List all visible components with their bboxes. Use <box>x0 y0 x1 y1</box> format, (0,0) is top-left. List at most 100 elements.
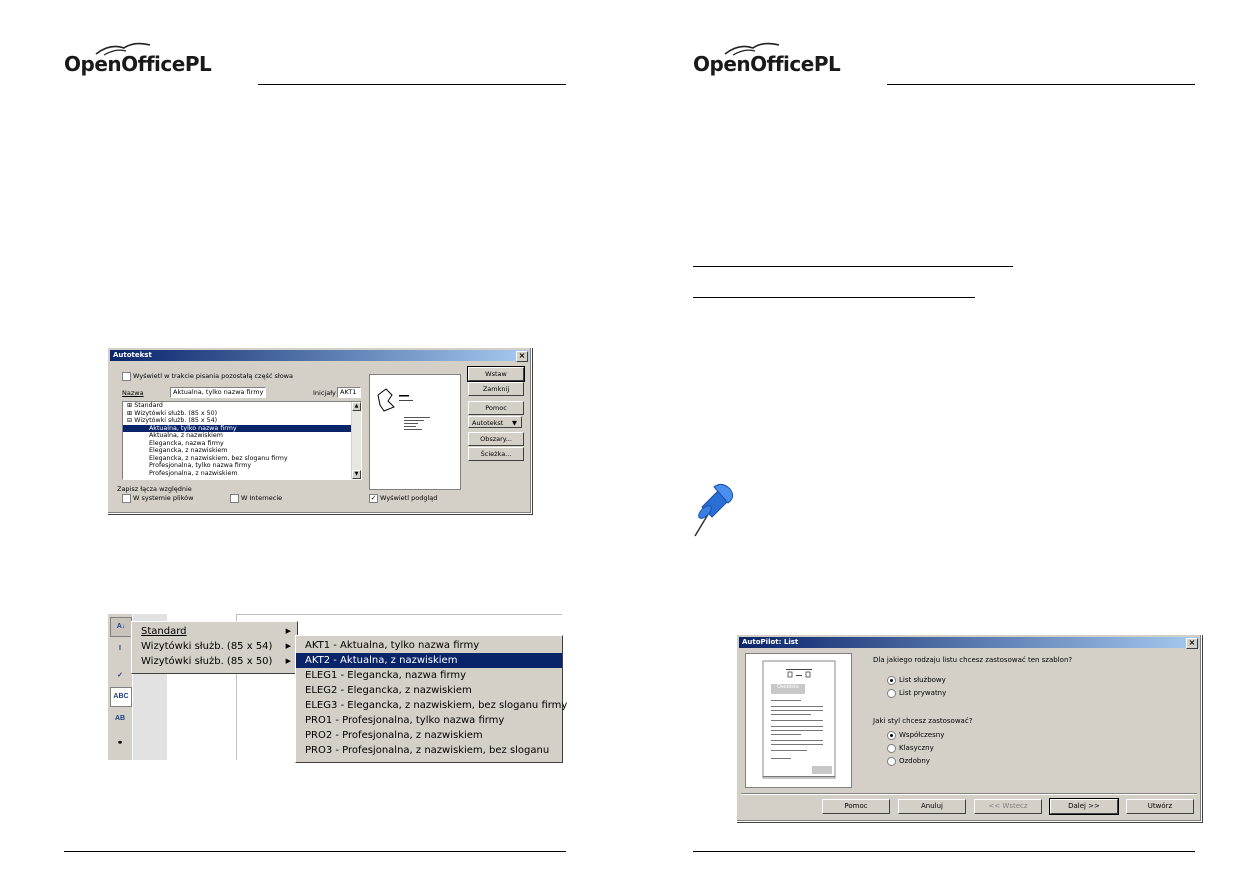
label-private-letter: List prywatny <box>899 689 947 697</box>
binoculars-icon[interactable]: ⚭ <box>110 735 130 753</box>
internet-checkbox[interactable] <box>230 494 239 503</box>
spellcheck-icon[interactable]: ✓ <box>110 667 130 685</box>
initials-field[interactable]: AKT1 <box>337 387 361 398</box>
label-decorative: Ozdobny <box>899 757 930 765</box>
cancel-button[interactable]: Anuluj <box>898 799 966 814</box>
submenu-arrow-icon: ▶ <box>285 642 291 650</box>
menu-item-cards-85x50[interactable]: Wizytówki służb. (85 x 50) ▶ <box>132 654 297 669</box>
label-modern: Współczesny <box>899 731 945 739</box>
submenu-item-pro1[interactable]: PRO1 - Profesjonalna, tylko nazwa firmy <box>296 713 562 728</box>
autotext-menu-label: Autotekst <box>472 419 504 427</box>
openoffice-pl-logo-right: OpenOfficePL <box>693 42 841 76</box>
underlined-link-line <box>693 297 975 298</box>
label-classic: Klasyczny <box>899 744 934 752</box>
submenu-arrow-icon: ▶ <box>285 627 291 635</box>
autotext-list[interactable]: ⊞ Standard ⊞ Wizytówki służb. (85 x 50) … <box>122 401 362 480</box>
seagull-icon <box>724 42 780 56</box>
abcd-icon[interactable]: AB <box>110 710 130 728</box>
show-preview-checkbox[interactable]: ✓ <box>369 494 378 503</box>
filesystem-checkbox[interactable] <box>122 494 131 503</box>
radio-classic[interactable] <box>887 744 896 753</box>
list-item[interactable]: Profesjonalna, tylko nazwa firmy <box>123 462 361 470</box>
list-item-selected[interactable]: Aktualna, tylko nazwa firmy <box>123 424 361 432</box>
close-button[interactable]: Zamknij <box>468 382 524 396</box>
question-letter-type: Dla jakiego rodzaju listu chcesz zastoso… <box>873 656 1073 664</box>
dropdown-arrow-icon: ▼ <box>512 419 517 427</box>
radio-decorative[interactable] <box>887 757 896 766</box>
next-button[interactable]: Dalej >> <box>1049 798 1119 815</box>
list-item[interactable]: Elegancka, z nazwiskiem <box>123 447 361 455</box>
radio-business-letter[interactable] <box>887 676 896 685</box>
submenu-item-akt1[interactable]: AKT1 - Aktualna, tylko nazwa firmy <box>296 638 562 653</box>
list-item[interactable]: ⊞ Wizytówki służb. (85 x 50) <box>123 410 361 418</box>
header-rule-right <box>887 84 1195 85</box>
header-rule <box>258 84 566 85</box>
dialog-titlebar: AutoPilot: List × <box>739 637 1199 649</box>
name-label: Nazwa <box>122 389 144 397</box>
letter-preview-frame: Osobista <box>745 653 852 788</box>
button-separator <box>741 793 1197 795</box>
underlined-link-line <box>693 266 1013 267</box>
autotext-preview <box>369 374 461 490</box>
label-business-letter: List służbowy <box>899 676 946 684</box>
internet-label: W Internecie <box>241 494 283 502</box>
autospell-icon[interactable]: ABC <box>110 687 132 707</box>
autotext-menu-button[interactable]: Autotekst ▼ <box>468 416 522 428</box>
autotext-submenu: AKT1 - Aktualna, tylko nazwa firmy AKT2 … <box>295 635 567 763</box>
create-button[interactable]: Utwórz <box>1126 799 1194 814</box>
show-remainder-label: Wyświetl w trakcie pisania pozostałą czę… <box>133 372 293 380</box>
list-scrollbar[interactable]: ▲ ▼ <box>351 402 361 479</box>
dialog-titlebar: Autotekst × <box>110 350 529 362</box>
submenu-item-pro2[interactable]: PRO2 - Profesjonalna, z nazwiskiem <box>296 728 562 743</box>
submenu-item-akt2[interactable]: AKT2 - Aktualna, z nazwiskiem <box>296 653 562 668</box>
show-remainder-checkbox[interactable] <box>122 372 131 381</box>
pushpin-icon <box>694 483 734 537</box>
insert-button[interactable]: Wstaw <box>467 366 525 382</box>
list-item[interactable]: Elegancka, nazwa firmy <box>123 440 361 448</box>
help-button[interactable]: Pomoc <box>468 401 524 415</box>
close-icon[interactable]: × <box>1186 638 1198 649</box>
list-item[interactable]: ⊟ Wizytówki służb. (85 x 54) <box>123 417 361 425</box>
seagull-icon <box>95 42 151 56</box>
footer-rule <box>64 851 566 852</box>
menu-item-standard[interactable]: Standard ▶ <box>132 624 297 639</box>
text-cursor-icon[interactable]: I <box>110 640 130 658</box>
list-item[interactable]: Profesjonalna, z nazwiskiem <box>123 470 361 478</box>
list-item[interactable]: ⊞ Standard <box>123 402 361 410</box>
back-button[interactable]: << Wstecz <box>974 799 1042 814</box>
scroll-up-icon[interactable]: ▲ <box>352 402 361 411</box>
autotext-context-menu: Standard ▶ Wizytówki służb. (85 x 54) ▶ Wi… <box>131 621 298 674</box>
list-item[interactable]: Elegancka, z nazwiskiem, bez sloganu fir… <box>123 455 361 463</box>
scroll-down-icon[interactable]: ▼ <box>352 470 361 479</box>
openoffice-pl-logo: OpenOfficePL <box>64 42 212 76</box>
dialog-title: Autotekst <box>113 351 152 359</box>
business-card-preview <box>377 388 430 430</box>
margin-line-top <box>236 614 562 615</box>
list-item[interactable]: Aktualna, z nazwiskiem <box>123 432 361 440</box>
radio-private-letter[interactable] <box>887 689 896 698</box>
submenu-arrow-icon: ▶ <box>285 657 291 665</box>
show-preview-label: Wyświetl podgląd <box>380 494 438 502</box>
filesystem-label: W systemie plików <box>133 494 194 502</box>
radio-modern[interactable] <box>887 731 896 740</box>
footer-rule-right <box>693 851 1195 852</box>
initials-label: Inicjały <box>313 389 336 397</box>
path-button[interactable]: Ścieżka... <box>468 447 524 461</box>
question-style: Jaki styl chcesz zastosować? <box>873 717 973 725</box>
dialog-title: AutoPilot: List <box>742 638 799 646</box>
autotext-icon[interactable]: A↓ <box>110 617 132 637</box>
autotekst-dialog: Autotekst × Wyświetl w trakcie pisania p… <box>107 347 532 514</box>
submenu-item-eleg2[interactable]: ELEG2 - Elegancka, z nazwiskiem <box>296 683 562 698</box>
letter-template-preview <box>762 660 836 779</box>
autopilot-dialog: AutoPilot: List × Osobista Dla jakiego r… <box>736 634 1202 822</box>
submenu-item-eleg1[interactable]: ELEG1 - Elegancka, nazwa firmy <box>296 668 562 683</box>
help-button[interactable]: Pomoc <box>822 799 890 814</box>
menu-item-cards-85x54[interactable]: Wizytówki służb. (85 x 54) ▶ <box>132 639 297 654</box>
preview-label: Osobista <box>777 684 799 690</box>
close-icon[interactable]: × <box>516 351 528 362</box>
categories-button[interactable]: Obszary... <box>468 432 524 446</box>
submenu-item-eleg3[interactable]: ELEG3 - Elegancka, z nazwiskiem, bez slo… <box>296 698 567 713</box>
name-field[interactable]: Aktualna, tylko nazwa firmy <box>170 387 266 398</box>
main-toolbar: A↓ I ✓ ABC AB ⚭ <box>108 614 132 760</box>
submenu-item-pro3[interactable]: PRO3 - Profesjonalna, z nazwiskiem, bez … <box>296 743 562 758</box>
